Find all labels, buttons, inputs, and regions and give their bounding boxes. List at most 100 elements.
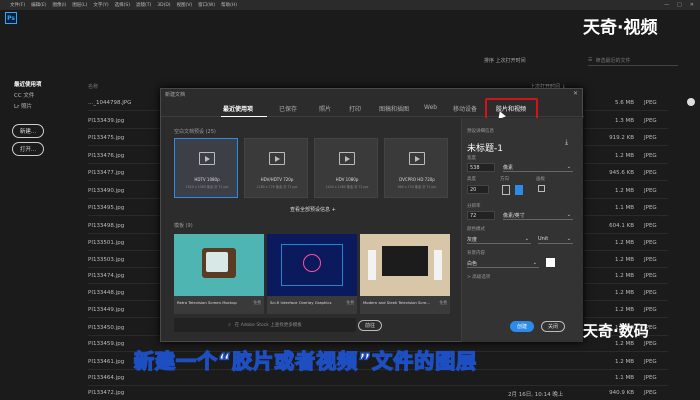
menu-layer[interactable]: 图层(L): [72, 2, 87, 8]
file-size: 1.2 MB: [614, 273, 634, 279]
tab-web[interactable]: Web: [424, 104, 437, 111]
filter-search[interactable]: ☰ 筛选最近的文件: [588, 55, 678, 66]
tab-saved[interactable]: 已保存: [279, 104, 297, 113]
menu-select[interactable]: 选择(S): [115, 2, 130, 8]
color-mode-select[interactable]: 灰度 ⌄: [467, 235, 531, 244]
stock-search-input[interactable]: ⌕ 在 Adobe Stock 上查找更多模板: [174, 318, 356, 332]
background-content-value: 白色: [467, 260, 478, 267]
file-name: PI133476.jpg: [88, 153, 125, 159]
scroll-handle[interactable]: [687, 98, 695, 106]
resolution-unit-value: 像素/英寸: [503, 212, 525, 219]
width-input[interactable]: 538: [467, 163, 495, 172]
sidebar-item-cc-files[interactable]: CC 文件: [14, 91, 74, 99]
artboard-checkbox[interactable]: [538, 185, 545, 192]
file-name: PI133498.jpg: [88, 223, 125, 229]
file-type: JPEG: [644, 341, 657, 347]
resolution-input[interactable]: 72: [467, 211, 495, 220]
file-type: JPEG: [644, 307, 657, 313]
landscape-orientation-icon[interactable]: [515, 185, 523, 195]
filter-icon: ☰: [588, 57, 593, 63]
preset-hdv-720p[interactable]: HDV/HDTV 720p 1280 x 720 像素 @ 72 ppi: [244, 138, 308, 198]
portrait-orientation-icon[interactable]: [502, 185, 510, 195]
preset-dvcpro-hd-720p[interactable]: DVCPRO HD 720p 960 x 720 像素 @ 72 ppi: [384, 138, 448, 198]
template-modern-tv[interactable]: Modern and Sleek Television Scre... 免费: [360, 234, 450, 314]
file-name: PI133459.jpg: [88, 341, 125, 347]
go-button[interactable]: 前往: [358, 320, 382, 331]
file-size: 1.2 MB: [614, 307, 634, 313]
table-row[interactable]: PI133472.jpg 2月 16日, 10:14 晚上 940.9 KB JPEG: [88, 386, 668, 400]
bit-depth-select[interactable]: Unit ⌄: [538, 235, 573, 244]
preset-dims: 1920 x 1080 像素 @ 72 ppi: [185, 185, 229, 189]
menu-image[interactable]: 图像(I): [52, 2, 66, 8]
create-button[interactable]: 创建: [510, 321, 534, 332]
orientation-label: 方向: [500, 177, 509, 182]
menu-3d[interactable]: 3D(D): [157, 3, 170, 8]
preset-dims: 1440 x 1080 像素 @ 72 ppi: [325, 185, 369, 189]
file-type: JPEG: [644, 188, 657, 194]
file-type: JPEG: [644, 170, 657, 176]
preset-hdv-1080p[interactable]: HDV 1080p 1440 x 1080 像素 @ 72 ppi: [314, 138, 378, 198]
resolution-label: 分辨率: [467, 204, 481, 209]
file-size: 1.2 MB: [614, 153, 634, 159]
new-button[interactable]: 新建...: [12, 124, 44, 138]
file-size: 1.3 MB: [614, 118, 634, 124]
menu-filter[interactable]: 滤镜(T): [136, 2, 151, 8]
background-content-select[interactable]: 白色 ⌄: [467, 259, 539, 268]
height-input[interactable]: 20: [467, 185, 489, 194]
menu-type[interactable]: 文字(Y): [93, 2, 108, 8]
close-button[interactable]: 关闭: [541, 321, 565, 332]
file-type: JPEG: [644, 375, 657, 381]
resolution-unit-select[interactable]: 像素/英寸 ⌄: [503, 211, 573, 220]
template-tag: 免费: [346, 300, 354, 305]
hud-circle-icon: [303, 254, 321, 272]
tab-print[interactable]: 打印: [349, 104, 361, 113]
sidebar-item-lr-photos[interactable]: Lr 照片: [14, 102, 74, 110]
close-window-button[interactable]: ✕: [690, 2, 694, 8]
menu-help[interactable]: 帮助(H): [221, 2, 237, 8]
file-name: PI133472.jpg: [88, 390, 125, 396]
preset-hdtv-1080p[interactable]: HDTV 1080p 1920 x 1080 像素 @ 72 ppi: [174, 138, 238, 198]
active-tab-underline: [221, 116, 267, 117]
sort-dropdown[interactable]: 排序 上次打开时间: [484, 57, 526, 64]
advanced-options-toggle[interactable]: > 高级选项: [467, 274, 490, 280]
video-preset-icon: [199, 152, 215, 165]
template-retro-tv[interactable]: Retro Television Screen Mockup 免费: [174, 234, 264, 314]
maximize-button[interactable]: □: [677, 2, 682, 8]
color-mode-label: 颜色模式: [467, 227, 485, 232]
speaker-icon: [368, 250, 376, 280]
tab-art-illustration[interactable]: 图稿和插图: [379, 104, 409, 113]
artboard-label: 画板: [536, 177, 545, 182]
video-preset-icon: [339, 152, 355, 165]
save-preset-icon[interactable]: ⤓: [565, 138, 568, 147]
minimize-button[interactable]: —: [664, 2, 669, 8]
file-size: 1.2 MB: [614, 359, 634, 365]
tab-recent[interactable]: 最近使用项: [223, 104, 253, 113]
stock-search-placeholder: 在 Adobe Stock 上查找更多模板: [234, 323, 302, 328]
width-unit-select[interactable]: 像素 ⌄: [503, 163, 573, 172]
background-color-swatch[interactable]: [546, 258, 555, 267]
menu-window[interactable]: 窗口(W): [198, 2, 215, 8]
open-button[interactable]: 打开...: [12, 142, 44, 156]
menu-view[interactable]: 视图(V): [177, 2, 193, 8]
menu-edit[interactable]: 编辑(E): [31, 2, 46, 8]
template-scifi-overlay[interactable]: Sci-fi Interface Overlay Graphics 免费: [267, 234, 357, 314]
document-name-field[interactable]: 未标题-1: [467, 141, 503, 154]
color-mode-value: 灰度: [467, 236, 478, 243]
template-name: Retro Television Screen Mockup: [177, 300, 237, 305]
dialog-close-icon[interactable]: ✕: [573, 90, 578, 97]
menu-bar: 文件(F) 编辑(E) 图像(I) 图层(L) 文字(Y) 选择(S) 滤镜(T…: [0, 0, 700, 10]
file-size: 1.2 MB: [614, 290, 634, 296]
sidebar-item-recent[interactable]: 最近使用项: [14, 80, 74, 88]
template-name: Sci-fi Interface Overlay Graphics: [270, 300, 332, 305]
file-name: PI133475.jpg: [88, 135, 125, 141]
column-header-name[interactable]: 名称: [88, 83, 98, 90]
file-name: PI133439.jpg: [88, 118, 125, 124]
file-name: PI133503.jpg: [88, 257, 125, 263]
template-tag: 免费: [253, 300, 261, 305]
tab-mobile[interactable]: 移动设备: [453, 104, 477, 113]
menu-file[interactable]: 文件(F): [10, 2, 25, 8]
preset-dims: 1280 x 720 像素 @ 72 ppi: [256, 185, 298, 189]
tab-photo[interactable]: 照片: [319, 104, 331, 113]
dialog-title: 新建文档: [165, 92, 186, 98]
view-all-presets-link[interactable]: 查看全部预设信息 +: [290, 206, 336, 213]
